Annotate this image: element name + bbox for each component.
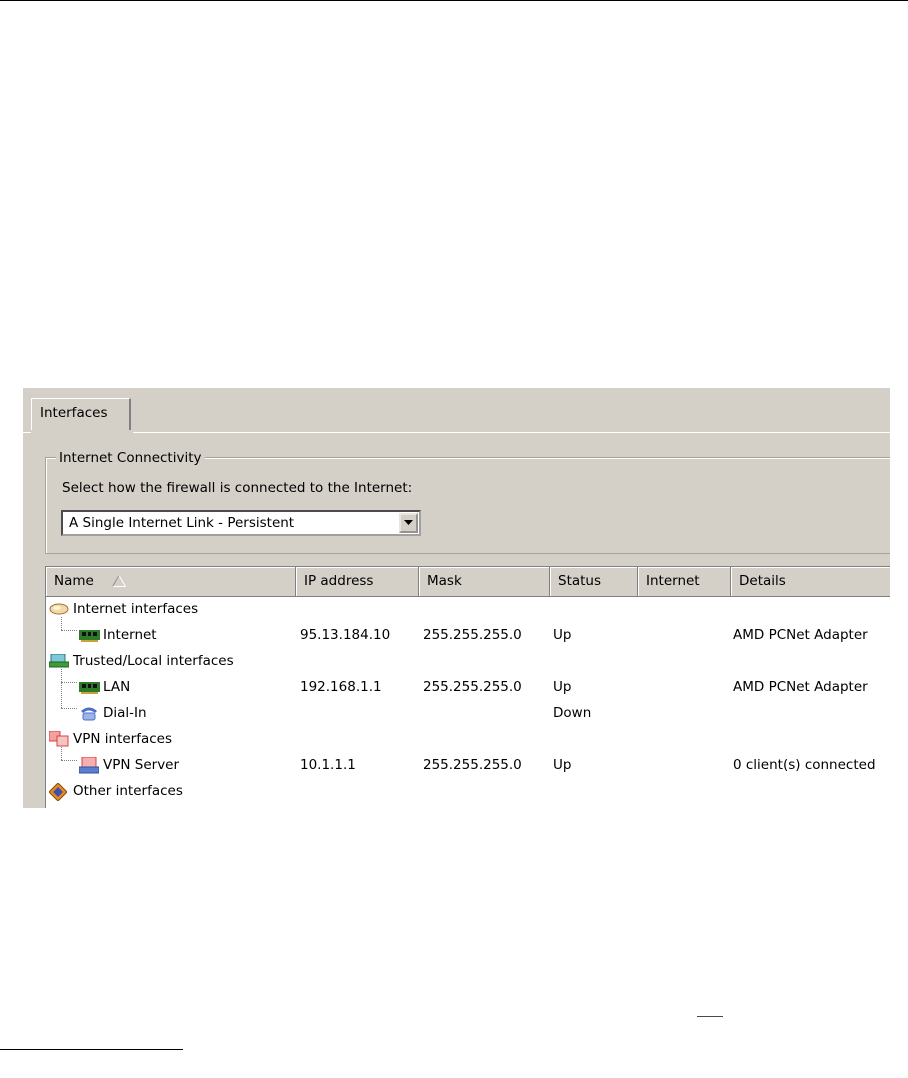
vpn-icon — [49, 731, 69, 747]
interfaces-panel: Interfaces Internet Connectivity Select … — [23, 388, 890, 808]
column-header-status[interactable]: Status — [550, 567, 638, 597]
column-header-label: Name — [54, 573, 94, 589]
column-header-mask[interactable]: Mask — [419, 567, 550, 597]
network-card-icon — [79, 630, 100, 642]
row-name: Internet — [103, 627, 157, 643]
row-name: Dial-In — [103, 705, 147, 721]
cloud-icon — [49, 603, 69, 615]
tree-group-label: VPN interfaces — [73, 731, 173, 747]
table-row[interactable]: VPN Server 10.1.1.1 255.255.255.0 Up 0 c… — [46, 747, 890, 779]
column-header-ip[interactable]: IP address — [296, 567, 419, 597]
tab-baseline — [133, 432, 890, 433]
tree-group-other[interactable]: Other interfaces — [46, 779, 890, 805]
tree-group-trusted-local[interactable]: Trusted/Local interfaces — [46, 649, 890, 675]
network-card-icon — [79, 682, 100, 694]
column-header-name[interactable]: Name — [46, 567, 296, 597]
row-name: LAN — [103, 679, 131, 695]
row-status: Down — [553, 705, 592, 721]
footnote-marker — [697, 1016, 723, 1017]
vpn-server-icon — [79, 757, 99, 774]
row-details: 0 client(s) connected — [733, 757, 876, 773]
row-details: AMD PCNet Adapter — [733, 679, 868, 695]
row-ip: 95.13.184.10 — [300, 627, 391, 643]
column-header-details[interactable]: Details — [731, 567, 890, 597]
top-rule — [0, 0, 908, 1]
connectivity-select-value: A Single Internet Link - Persistent — [69, 515, 295, 531]
column-header-label: IP address — [304, 573, 374, 589]
table-row[interactable]: Internet 95.13.184.10 255.255.255.0 Up A… — [46, 617, 890, 649]
row-details: AMD PCNet Adapter — [733, 627, 868, 643]
tree-group-internet[interactable]: Internet interfaces — [46, 597, 890, 623]
table-row[interactable]: Dial-In Down — [46, 701, 890, 727]
column-header-label: Internet — [646, 573, 700, 589]
other-interfaces-icon — [49, 783, 67, 801]
dropdown-button[interactable] — [399, 513, 418, 533]
local-network-icon — [49, 654, 69, 668]
dialup-phone-icon — [81, 707, 97, 721]
row-ip: 192.168.1.1 — [300, 679, 382, 695]
row-mask: 255.255.255.0 — [423, 757, 522, 773]
group-title: Internet Connectivity — [56, 450, 205, 466]
connectivity-select[interactable]: A Single Internet Link - Persistent — [61, 510, 421, 536]
tab-baseline-left — [23, 432, 31, 433]
tree-group-label: Internet interfaces — [73, 601, 199, 617]
tree-group-vpn[interactable]: VPN interfaces — [46, 727, 890, 753]
row-status: Up — [553, 679, 572, 695]
connectivity-prompt: Select how the firewall is connected to … — [62, 480, 413, 496]
row-status: Up — [553, 757, 572, 773]
internet-connectivity-group — [45, 457, 890, 554]
row-status: Up — [553, 627, 572, 643]
table-header: Name IP address Mask Status Internet Det… — [46, 567, 890, 597]
tree-group-label: Other interfaces — [73, 783, 183, 799]
tab-label: Interfaces — [40, 405, 108, 421]
table-row[interactable]: LAN 192.168.1.1 255.255.255.0 Up AMD PCN… — [46, 669, 890, 708]
chevron-down-icon — [404, 520, 413, 525]
sort-ascending-icon — [112, 575, 126, 587]
interfaces-table: Name IP address Mask Status Internet Det… — [45, 566, 890, 808]
tab-interfaces[interactable]: Interfaces — [31, 398, 131, 430]
footnote-rule — [0, 1049, 183, 1050]
row-name: VPN Server — [103, 757, 180, 773]
row-mask: 255.255.255.0 — [423, 627, 522, 643]
row-mask: 255.255.255.0 — [423, 679, 522, 695]
column-header-label: Mask — [427, 573, 462, 589]
tree-group-label: Trusted/Local interfaces — [73, 653, 234, 669]
column-header-label: Details — [739, 573, 786, 589]
row-ip: 10.1.1.1 — [300, 757, 356, 773]
column-header-internet[interactable]: Internet — [638, 567, 731, 597]
column-header-label: Status — [558, 573, 602, 589]
